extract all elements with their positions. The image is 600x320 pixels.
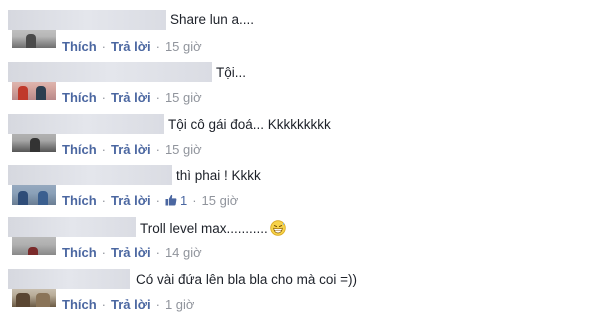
commenter-name-blurred[interactable] bbox=[8, 217, 136, 237]
separator: · bbox=[155, 245, 160, 260]
comment-timestamp[interactable]: 15 giờ bbox=[165, 39, 202, 54]
like-link[interactable]: Thích bbox=[62, 193, 97, 208]
comment-item: Tội... Thích · Trả lời · 15 giờ bbox=[8, 60, 592, 110]
reply-link[interactable]: Trả lời bbox=[111, 297, 151, 312]
comment-text: Troll level max........... bbox=[140, 220, 286, 236]
comment-actions: Thích · Trả lời · 1 · 15 giờ bbox=[62, 193, 238, 208]
separator: · bbox=[155, 142, 160, 157]
comment-text: Có vài đứa lên bla bla cho mà coi =)) bbox=[136, 272, 358, 287]
reply-link[interactable]: Trả lời bbox=[111, 142, 151, 157]
comment-timestamp[interactable]: 15 giờ bbox=[165, 90, 202, 105]
commenter-name-blurred[interactable] bbox=[8, 269, 130, 289]
comment-actions: Thích · Trả lời · 15 giờ bbox=[62, 39, 202, 54]
reply-link[interactable]: Trả lời bbox=[111, 193, 151, 208]
comment-actions: Thích · Trả lời · 14 giờ bbox=[62, 245, 202, 260]
comment-actions: Thích · Trả lời · 15 giờ bbox=[62, 142, 202, 157]
like-link[interactable]: Thích bbox=[62, 90, 97, 105]
comment-item: Có vài đứa lên bla bla cho mà coi =)) Th… bbox=[8, 267, 592, 317]
separator: · bbox=[101, 193, 107, 208]
comment-text: thì phai ! Kkkk bbox=[176, 168, 261, 183]
commenter-name-blurred[interactable] bbox=[8, 62, 212, 82]
comment-timestamp[interactable]: 14 giờ bbox=[165, 245, 202, 260]
reply-link[interactable]: Trả lời bbox=[111, 245, 151, 260]
separator: · bbox=[101, 39, 107, 54]
separator: · bbox=[155, 193, 160, 208]
commenter-name-blurred[interactable] bbox=[8, 165, 172, 185]
separator: · bbox=[192, 193, 197, 208]
like-count-number: 1 bbox=[179, 193, 188, 208]
commenter-name-blurred[interactable] bbox=[8, 10, 166, 30]
comment-item: Troll level max........... Thích · Trả lời… bbox=[8, 215, 592, 265]
like-link[interactable]: Thích bbox=[62, 39, 97, 54]
comment-item: Tội cô gái đoá... Kkkkkkkkk Thích · Trả lờ… bbox=[8, 112, 592, 162]
comment-actions: Thích · Trả lời · 15 giờ bbox=[62, 90, 202, 105]
reply-link[interactable]: Trả lời bbox=[111, 90, 151, 105]
separator: · bbox=[101, 245, 107, 260]
comment-timestamp[interactable]: 15 giờ bbox=[165, 142, 202, 157]
separator: · bbox=[155, 90, 160, 105]
comment-timestamp[interactable]: 15 giờ bbox=[202, 193, 239, 208]
like-count[interactable]: 1 bbox=[165, 193, 187, 208]
commenter-name-blurred[interactable] bbox=[8, 114, 164, 134]
comment-item: thì phai ! Kkkk Thích · Trả lời · 1 · 15 giờ bbox=[8, 163, 592, 213]
like-link[interactable]: Thích bbox=[62, 142, 97, 157]
separator: · bbox=[155, 39, 160, 54]
thumbs-up-icon bbox=[165, 194, 177, 206]
reply-link[interactable]: Trả lời bbox=[111, 39, 151, 54]
comment-text: Share lun a.... bbox=[170, 12, 255, 27]
like-link[interactable]: Thích bbox=[62, 297, 97, 312]
separator: · bbox=[155, 297, 160, 312]
comment-item: Share lun a.... Thích · Trả lời · 15 giờ bbox=[8, 8, 592, 58]
comment-text: Tội cô gái đoá... Kkkkkkkkk bbox=[168, 117, 331, 132]
separator: · bbox=[101, 297, 107, 312]
comment-timestamp[interactable]: 1 giờ bbox=[165, 297, 195, 312]
comment-actions: Thích · Trả lời · 1 giờ bbox=[62, 297, 194, 312]
grinning-sweat-emoji-icon bbox=[270, 220, 286, 236]
like-link[interactable]: Thích bbox=[62, 245, 97, 260]
separator: · bbox=[101, 90, 107, 105]
separator: · bbox=[101, 142, 107, 157]
comment-text: Tội... bbox=[216, 65, 247, 80]
